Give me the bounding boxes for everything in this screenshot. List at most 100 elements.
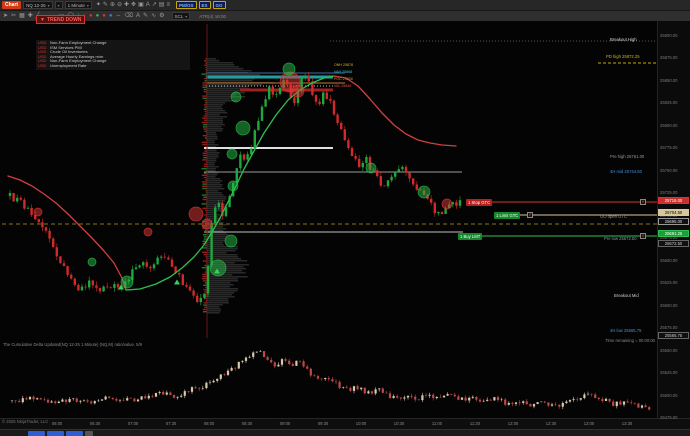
settings-icon[interactable]: ⚙ [159, 12, 164, 20]
trend-ma-line [8, 76, 456, 290]
go-button[interactable]: GO [213, 1, 226, 9]
level-value-label: VAL 25846 [334, 84, 351, 88]
time-tick-label: 09:00 [277, 421, 293, 426]
trend-arrow-icon: ▼ [40, 17, 45, 23]
chevron-down-icon: ▾ [87, 3, 89, 8]
move-icon[interactable]: ✥ [131, 1, 136, 9]
time-tick-label: 10:00 [353, 421, 369, 426]
news-event-row: USDUnemployment Rate [38, 64, 188, 69]
time-tick-label: 06:00 [49, 421, 65, 426]
time-tick-label: 07:30 [163, 421, 179, 426]
order-close-button[interactable]: ✕ [640, 233, 646, 239]
interval-value: 1 Minute [68, 3, 85, 8]
trend-label: TREND DOWN [47, 17, 81, 23]
add-drawing-icon[interactable]: ✚ [28, 12, 33, 20]
pin-icon[interactable]: ✦ [96, 1, 101, 9]
axis-marker-label: Pre low 25672.50 [604, 236, 637, 241]
axis-marker-label: 4H low 25565.75 [610, 328, 641, 333]
pmos-button[interactable]: PM/OS [176, 1, 197, 9]
pencil-icon[interactable]: ✎ [103, 1, 108, 9]
price-box[interactable]: 25695.00 [658, 218, 689, 225]
zoom-out-icon[interactable]: ⊖ [117, 1, 122, 9]
text-icon[interactable]: A [136, 12, 140, 20]
chart-style-icon[interactable]: ▤ [159, 1, 165, 9]
drawing-toolbar: ➤✂▦✚╱─—▭◯↑↓●●●●⇔⌫A✎∿⚙ SCL ▾ ATR(4) 16:00 [0, 10, 690, 21]
price-box[interactable]: 25716.00 [658, 197, 689, 204]
news-currency-tag: USD [38, 64, 47, 69]
volume-profile [208, 58, 275, 314]
time-tick-label: 08:30 [239, 421, 255, 426]
chevron-down-icon: ▾ [185, 14, 187, 19]
trend-status-badge: ▼ TREND DOWN [36, 15, 85, 24]
axis-marker-label: Pre high 25761.00 [610, 154, 644, 159]
curve-icon[interactable]: ∿ [151, 12, 156, 20]
order-badge[interactable]: 1 Limit GTC [494, 212, 520, 219]
freehand-icon[interactable]: ✎ [143, 12, 148, 20]
price-box[interactable]: 25672.50 [658, 240, 689, 247]
zoom-in-icon[interactable]: ⊕ [110, 1, 115, 9]
crosshair-icon[interactable]: ✚ [124, 1, 129, 9]
dot-red2-icon[interactable]: ● [102, 12, 106, 20]
indicators-icon[interactable]: ≡ [166, 1, 170, 9]
time-tick-label: 12:00 [505, 421, 521, 426]
entry-arrow-markers [118, 269, 220, 290]
order-close-button[interactable]: ✕ [640, 199, 646, 205]
time-tick-label: 13:30 [619, 421, 635, 426]
trend-line-icon[interactable]: ↗ [152, 1, 157, 9]
chart-window-badge: Chart [2, 1, 21, 9]
pointer-icon[interactable]: ➤ [3, 12, 8, 20]
time-tick-label: 06:30 [87, 421, 103, 426]
price-tick-label: 25550.00 [660, 348, 677, 353]
dot-blue-icon[interactable]: ● [109, 12, 113, 20]
level-value-label: ONH 25878 [334, 63, 353, 67]
price-tick-label: 25775.00 [660, 145, 677, 150]
trash-icon[interactable]: ✂ [11, 12, 16, 20]
chevron-down-icon: ▾ [58, 3, 60, 8]
order-badge[interactable]: 1 Stop GTC [466, 199, 492, 206]
instrument-dropdown[interactable]: NQ 12-25 ▾ [23, 1, 53, 9]
scale-dropdown[interactable]: SCL ▾ [172, 12, 191, 20]
price-box[interactable]: 25681.25 [658, 230, 689, 237]
price-tick-label: 25650.00 [660, 258, 677, 263]
eraser-icon[interactable]: ⌫ [125, 12, 133, 20]
price-tick-label: 25500.00 [660, 393, 677, 398]
instrument-value: NQ 12-25 [26, 3, 46, 8]
price-tick-label: 25575.00 [660, 325, 677, 330]
chart-tab-add[interactable] [85, 431, 93, 436]
snapshot-icon[interactable]: ▣ [138, 1, 144, 9]
time-tick-label: 13:00 [581, 421, 597, 426]
atr-readout: ATR(4) 16:00 [199, 14, 226, 19]
price-tick-label: 25850.00 [660, 78, 677, 83]
image-icon[interactable]: ▦ [19, 12, 25, 20]
dot-red-icon[interactable]: ● [89, 12, 93, 20]
axis-marker-label: Time remaining = 00:00:00 [560, 338, 655, 343]
price-tick-label: 25825.00 [660, 100, 677, 105]
time-tick-label: 11:00 [429, 421, 445, 426]
price-tick-label: 25600.00 [660, 303, 677, 308]
price-tick-label: 25625.00 [660, 280, 677, 285]
price-tick-label: 25725.00 [660, 190, 677, 195]
chart-tab-1[interactable] [28, 431, 45, 436]
chart-tab-3[interactable] [66, 431, 83, 436]
news-events-panel: USDNon-Farm Employment ChangeUSDISM Serv… [36, 40, 190, 70]
axis-marker-label: GO open GTC [600, 214, 627, 219]
level-value-label: VAH 25868 [334, 70, 352, 74]
main-toolbar-icons: ✦✎⊕⊖✚✥▣A↗▤≡ [96, 1, 170, 9]
dot-green-icon[interactable]: ● [96, 12, 100, 20]
price-box[interactable]: 25565.75 [658, 332, 689, 339]
order-lines [458, 202, 657, 236]
axis-marker-label: Breakout High [610, 37, 637, 42]
text-tool-icon[interactable]: A [146, 1, 150, 9]
time-tick-label: 12:30 [543, 421, 559, 426]
order-close-button[interactable]: ✕ [527, 212, 533, 218]
instrument-list-dropdown[interactable]: ▾ [55, 1, 63, 9]
price-box[interactable]: 25704.50 [658, 209, 689, 216]
level-value-label: POC 25858 [334, 77, 353, 81]
es-button[interactable]: ES [199, 1, 211, 9]
chart-tab-2[interactable] [47, 431, 64, 436]
interval-dropdown[interactable]: 1 Minute ▾ [65, 1, 92, 9]
key-levels [2, 41, 657, 232]
measure-icon[interactable]: ⇔ [116, 12, 122, 20]
time-tick-label: 11:30 [467, 421, 483, 426]
order-badge[interactable]: 1 Buy LMT [458, 233, 482, 240]
